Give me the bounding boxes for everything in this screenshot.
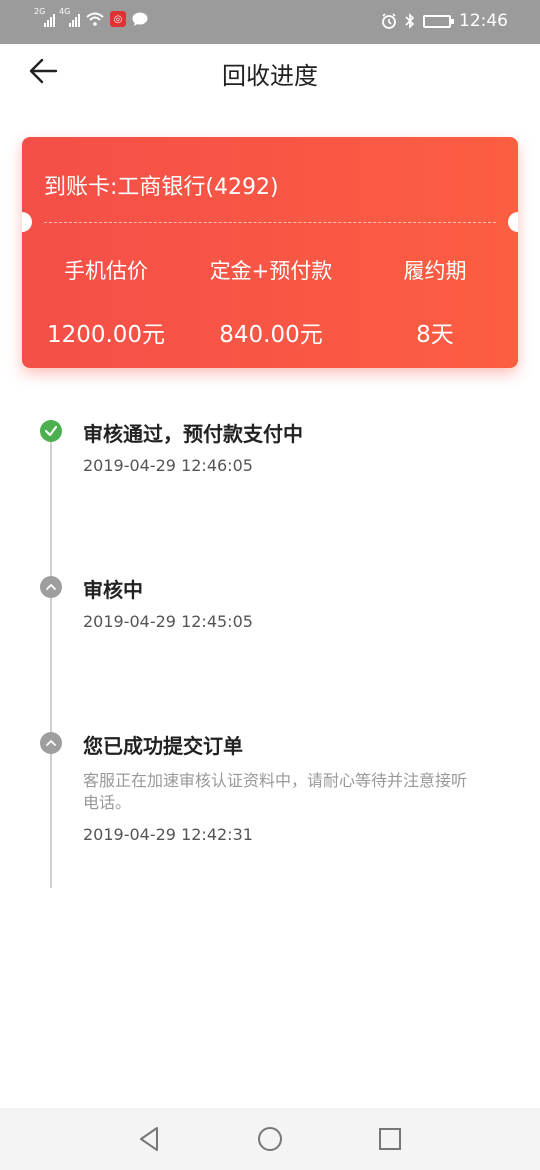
- check-circle-icon: [40, 420, 62, 442]
- bluetooth-icon: [405, 13, 415, 29]
- recents-square-icon[interactable]: [375, 1124, 405, 1154]
- alarm-icon: [382, 13, 396, 29]
- card-notch: [508, 212, 518, 232]
- page-title: 回收进度: [222, 62, 318, 90]
- step-description: 客服正在加速审核认证资料中，请耐心等待并注意接听电话。: [83, 771, 468, 812]
- period-column: 履约期 8天: [352, 255, 518, 349]
- status-bar: 2G 4G ◎ 12:46: [0, 0, 540, 44]
- back-triangle-icon[interactable]: [135, 1124, 165, 1154]
- period-value: 8天: [416, 322, 454, 348]
- payout-card: 到账卡:工商银行(4292) 手机估价 1200.00元 定金+预付款 840.…: [22, 137, 518, 368]
- step-time: 2019-04-29 12:46:05: [83, 456, 253, 475]
- step-status: 审核中: [83, 578, 143, 602]
- deposit-value: 840.00元: [219, 322, 323, 348]
- account-card-label: 到账卡:工商银行(4292): [44, 175, 279, 200]
- signal-icon: 4G: [59, 7, 80, 27]
- app-notification-icon: ◎: [110, 11, 126, 27]
- card-notch: [22, 212, 32, 232]
- estimate-label: 手机估价: [64, 259, 148, 283]
- header: 回收进度: [0, 44, 540, 100]
- timeline-line: [50, 440, 52, 888]
- chevron-up-circle-icon: [40, 576, 62, 598]
- signal-icon: 2G: [34, 7, 55, 27]
- step-status: 您已成功提交订单: [83, 734, 243, 758]
- system-nav-bar: [0, 1108, 540, 1170]
- step-status: 审核通过，预付款支付中: [83, 422, 303, 446]
- step-time: 2019-04-29 12:45:05: [83, 612, 253, 631]
- card-summary: 手机估价 1200.00元 定金+预付款 840.00元 履约期 8天: [22, 255, 518, 349]
- clock: 12:46: [459, 11, 508, 31]
- deposit-label: 定金+预付款: [209, 259, 333, 283]
- period-label: 履约期: [403, 259, 467, 283]
- divider: [44, 222, 496, 223]
- network-type-label: 4G: [59, 7, 71, 16]
- wifi-icon: [86, 12, 104, 26]
- step-time: 2019-04-29 12:42:31: [83, 825, 253, 844]
- chevron-up-circle-icon: [40, 732, 62, 754]
- message-icon: [132, 12, 148, 26]
- network-type-label: 2G: [34, 7, 46, 16]
- estimate-value: 1200.00元: [46, 322, 166, 348]
- deposit-column: 定金+预付款 840.00元: [190, 255, 352, 349]
- battery-icon: [423, 14, 454, 28]
- home-circle-icon[interactable]: [255, 1124, 285, 1154]
- estimate-column: 手机估价 1200.00元: [22, 255, 190, 349]
